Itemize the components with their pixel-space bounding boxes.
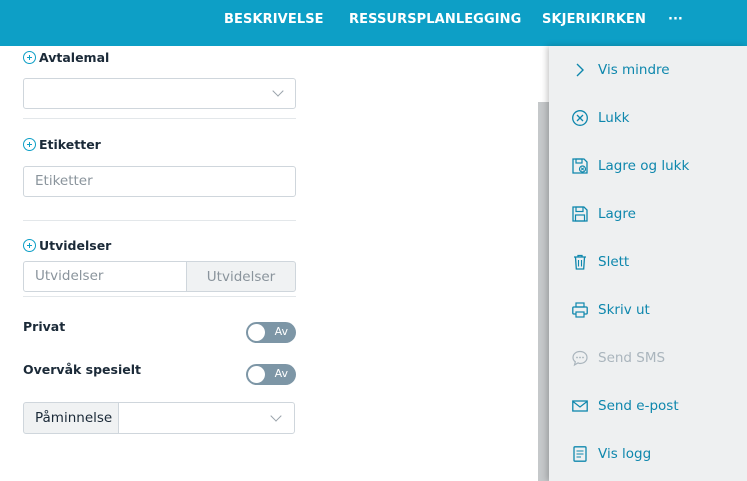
menu-item-vis-logg[interactable]: Vis logg: [549, 430, 747, 478]
menu-item-label: Send e-post: [598, 398, 679, 414]
menu-item-send-e-post[interactable]: Send e-post: [549, 382, 747, 430]
chevron-down-icon: [272, 85, 284, 97]
divider: [23, 118, 296, 119]
save-icon: [572, 206, 588, 222]
utvidelser-placeholder: Utvidelser: [35, 268, 104, 284]
menu-item-label: Lukk: [598, 110, 630, 126]
more-menu-button[interactable]: ···: [668, 12, 683, 27]
menu-item-slett[interactable]: Slett: [549, 238, 747, 286]
top-navigation-bar: BESKRIVELSE RESSURSPLANLEGGING SKJERIKIR…: [0, 0, 747, 46]
menu-item-lagre-og-lukk[interactable]: Lagre og lukk: [549, 142, 747, 190]
chevron-right-icon: [576, 63, 584, 77]
toggle-state-label: Av: [274, 367, 288, 380]
menu-item-label: Vis logg: [598, 446, 652, 462]
envelope-icon: [572, 400, 588, 412]
printer-icon: [572, 302, 588, 318]
privat-label: Privat: [23, 319, 66, 334]
avtalemal-select[interactable]: [23, 78, 296, 109]
divider: [23, 296, 296, 297]
utvidelser-button[interactable]: Utvidelser: [186, 261, 296, 292]
paminnelse-select[interactable]: [118, 402, 295, 434]
tab-beskrivelse[interactable]: BESKRIVELSE: [224, 0, 324, 40]
actions-dropdown-menu: Vis mindre Lukk Lagre og lukk Lagre Slet…: [549, 46, 747, 481]
menu-item-label: Lagre: [598, 206, 636, 222]
divider: [23, 220, 296, 221]
menu-item-label: Vis mindre: [598, 62, 670, 78]
menu-item-lagre[interactable]: Lagre: [549, 190, 747, 238]
privat-toggle[interactable]: Av: [246, 322, 296, 343]
chevron-down-icon: [270, 410, 282, 422]
menu-item-label: Lagre og lukk: [598, 158, 690, 174]
appointment-form: Avtalemal Etiketter Etiketter Utvidelser…: [0, 46, 320, 481]
save-close-icon: [572, 158, 588, 174]
menu-item-send-sms: Send SMS: [549, 334, 747, 382]
toggle-state-label: Av: [274, 325, 288, 338]
plus-circle-icon[interactable]: [23, 239, 36, 252]
overvak-spesielt-label: Overvåk spesielt: [23, 362, 141, 377]
etiketter-placeholder: Etiketter: [35, 173, 93, 189]
utvidelser-label: Utvidelser: [23, 238, 111, 253]
plus-circle-icon[interactable]: [23, 138, 36, 151]
toggle-knob: [248, 366, 265, 383]
close-circle-icon: [572, 110, 588, 126]
menu-item-skriv-ut[interactable]: Skriv ut: [549, 286, 747, 334]
toggle-knob: [248, 324, 265, 341]
avtalemal-label: Avtalemal: [23, 50, 109, 65]
trash-icon: [574, 254, 586, 270]
plus-circle-icon[interactable]: [23, 51, 36, 64]
menu-item-lukk[interactable]: Lukk: [549, 94, 747, 142]
tab-skjerikirken[interactable]: SKJERIKIRKEN: [542, 0, 646, 40]
menu-item-label: Send SMS: [598, 350, 666, 366]
tab-ressursplanlegging[interactable]: RESSURSPLANLEGGING: [349, 0, 521, 40]
utvidelser-input[interactable]: Utvidelser: [23, 261, 187, 292]
etiketter-label: Etiketter: [23, 137, 101, 152]
menu-item-label: Slett: [598, 254, 630, 270]
menu-item-label: Skriv ut: [598, 302, 650, 318]
paminnelse-prefix: Påminnelse: [23, 402, 119, 434]
etiketter-input[interactable]: Etiketter: [23, 166, 296, 197]
menu-item-vis-mindre[interactable]: Vis mindre: [549, 46, 747, 94]
chat-bubble-icon: [572, 350, 588, 367]
overvak-spesielt-toggle[interactable]: Av: [246, 364, 296, 385]
document-log-icon: [573, 446, 587, 462]
